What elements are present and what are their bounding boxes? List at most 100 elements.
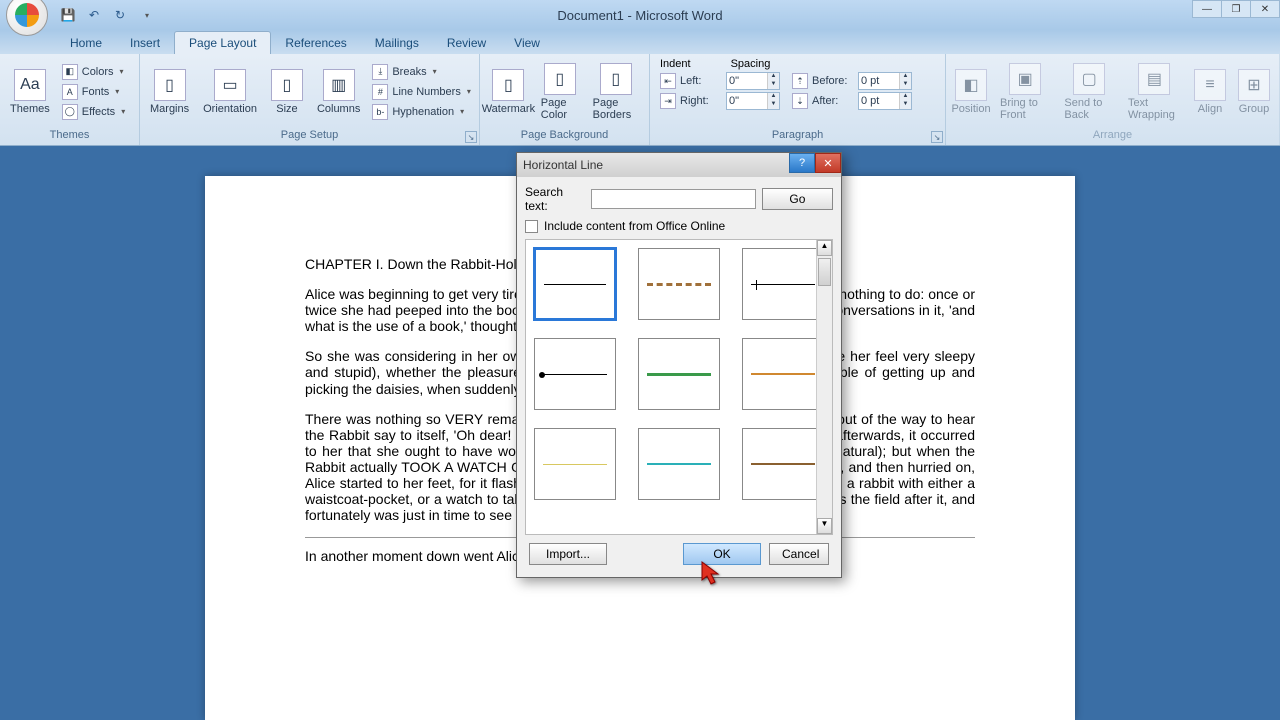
page-color-button[interactable]: ▯Page Color <box>535 61 585 123</box>
line-style-1[interactable] <box>534 248 616 320</box>
line-style-2[interactable] <box>638 248 720 320</box>
columns-label: Columns <box>317 103 360 115</box>
position-icon: ◧ <box>955 69 987 101</box>
redo-icon[interactable]: ↻ <box>112 7 128 23</box>
dialog-title: Horizontal Line <box>523 158 603 172</box>
ok-button[interactable]: OK <box>683 543 761 565</box>
line-style-6[interactable] <box>742 338 824 410</box>
fonts-label: Fonts <box>82 86 110 98</box>
left-label: Left: <box>680 75 722 87</box>
after-label: After: <box>812 95 854 107</box>
page-borders-button[interactable]: ▯Page Borders <box>587 61 645 123</box>
watermark-icon: ▯ <box>492 69 524 101</box>
tab-view[interactable]: View <box>500 32 554 54</box>
undo-icon[interactable]: ↶ <box>86 7 102 23</box>
spacing-before-value: 0 pt <box>861 75 879 87</box>
before-label: Before: <box>812 75 854 87</box>
effects-icon: ◯ <box>62 104 78 120</box>
group-paragraph-label: Paragraph <box>654 127 941 143</box>
margins-label: Margins <box>150 103 189 115</box>
go-button[interactable]: Go <box>762 188 833 210</box>
bring-front-icon: ▣ <box>1009 63 1041 95</box>
size-icon: ▯ <box>271 69 303 101</box>
colors-icon: ◧ <box>62 64 78 80</box>
watermark-button[interactable]: ▯Watermark <box>484 67 533 117</box>
line-style-3[interactable] <box>742 248 824 320</box>
line-numbers-button[interactable]: #Line Numbers <box>368 83 475 101</box>
breaks-label: Breaks <box>392 66 426 78</box>
tab-review[interactable]: Review <box>433 32 500 54</box>
include-online-label: Include content from Office Online <box>544 219 725 233</box>
themes-button[interactable]: Aa Themes <box>4 67 56 117</box>
dialog-close-button[interactable]: ✕ <box>815 153 841 173</box>
group-page-setup: ▯ Margins ▭Orientation ▯Size ▥Columns ⤓Br… <box>140 54 480 145</box>
bring-front-button: ▣Bring to Front <box>994 61 1056 123</box>
align-label: Align <box>1198 103 1222 115</box>
spacing-label: Spacing <box>731 58 771 70</box>
ribbon-tabs: Home Insert Page Layout References Maili… <box>0 30 1280 54</box>
include-online-checkbox[interactable] <box>525 220 538 233</box>
import-button[interactable]: Import... <box>529 543 607 565</box>
indent-left-input[interactable]: 0"▲▼ <box>726 72 780 90</box>
indent-right-input[interactable]: 0"▲▼ <box>726 92 780 110</box>
group-page-setup-label: Page Setup <box>144 127 475 143</box>
indent-left-value: 0" <box>729 75 739 87</box>
minimize-button[interactable]: — <box>1192 0 1222 18</box>
group-themes-label: Themes <box>4 127 135 143</box>
fonts-button[interactable]: AFonts <box>58 83 129 101</box>
align-icon: ≡ <box>1194 69 1226 101</box>
line-style-5[interactable] <box>638 338 720 410</box>
indent-right-value: 0" <box>729 95 739 107</box>
orientation-button[interactable]: ▭Orientation <box>197 67 263 117</box>
dialog-help-button[interactable]: ? <box>789 153 815 173</box>
breaks-button[interactable]: ⤓Breaks <box>368 63 475 81</box>
margins-button[interactable]: ▯ Margins <box>144 67 195 117</box>
qat-customize-icon[interactable] <box>138 7 154 23</box>
tab-home[interactable]: Home <box>56 32 116 54</box>
hyphenation-button[interactable]: b-Hyphenation <box>368 103 475 121</box>
line-style-4[interactable] <box>534 338 616 410</box>
maximize-button[interactable]: ❐ <box>1221 0 1251 18</box>
group-arrange: ◧Position ▣Bring to Front ▢Send to Back … <box>946 54 1280 145</box>
save-icon[interactable]: 💾 <box>60 7 76 23</box>
effects-label: Effects <box>82 106 115 118</box>
align-button: ≡ Align <box>1189 67 1231 117</box>
spacing-after-value: 0 pt <box>861 95 879 107</box>
tab-mailings[interactable]: Mailings <box>361 32 433 54</box>
indent-right-icon: ⇥ <box>660 93 676 109</box>
window-title: Document1 - Microsoft Word <box>557 8 722 23</box>
effects-button[interactable]: ◯ Effects <box>58 103 129 121</box>
dialog-titlebar[interactable]: Horizontal Line ? ✕ <box>517 153 841 177</box>
gallery-scrollbar[interactable]: ▲ ▼ <box>816 240 832 534</box>
spacing-after-input[interactable]: 0 pt▲▼ <box>858 92 912 110</box>
scroll-thumb[interactable] <box>818 258 831 286</box>
group-icon: ⊞ <box>1238 69 1270 101</box>
page-setup-launcher[interactable]: ↘ <box>465 131 477 143</box>
page-borders-label: Page Borders <box>593 97 639 121</box>
tab-insert[interactable]: Insert <box>116 32 174 54</box>
size-button[interactable]: ▯Size <box>265 67 309 117</box>
spacing-before-input[interactable]: 0 pt▲▼ <box>858 72 912 90</box>
hyphenation-icon: b- <box>372 104 388 120</box>
paragraph-launcher[interactable]: ↘ <box>931 131 943 143</box>
line-style-8[interactable] <box>638 428 720 500</box>
send-back-button: ▢Send to Back <box>1058 61 1120 123</box>
scroll-down-icon[interactable]: ▼ <box>817 518 832 534</box>
columns-button[interactable]: ▥Columns <box>311 67 366 117</box>
titlebar: 💾 ↶ ↻ Document1 - Microsoft Word — ❐ ✕ <box>0 0 1280 30</box>
line-style-9[interactable] <box>742 428 824 500</box>
horizontal-line-dialog: Horizontal Line ? ✕ Search text: Go Incl… <box>516 152 842 578</box>
cancel-button[interactable]: Cancel <box>769 543 829 565</box>
tab-page-layout[interactable]: Page Layout <box>174 31 271 54</box>
group-button: ⊞Group <box>1233 67 1275 117</box>
margins-icon: ▯ <box>154 69 186 101</box>
indent-label: Indent <box>660 58 691 70</box>
colors-button[interactable]: ◧Colors <box>58 63 129 81</box>
group-paragraph: Indent Spacing ⇤Left:0"▲▼ ⇡Before:0 pt▲▼… <box>650 54 946 145</box>
scroll-up-icon[interactable]: ▲ <box>817 240 832 256</box>
tab-references[interactable]: References <box>271 32 360 54</box>
close-window-button[interactable]: ✕ <box>1250 0 1280 18</box>
search-input[interactable] <box>591 189 756 209</box>
line-style-7[interactable] <box>534 428 616 500</box>
right-label: Right: <box>680 95 722 107</box>
